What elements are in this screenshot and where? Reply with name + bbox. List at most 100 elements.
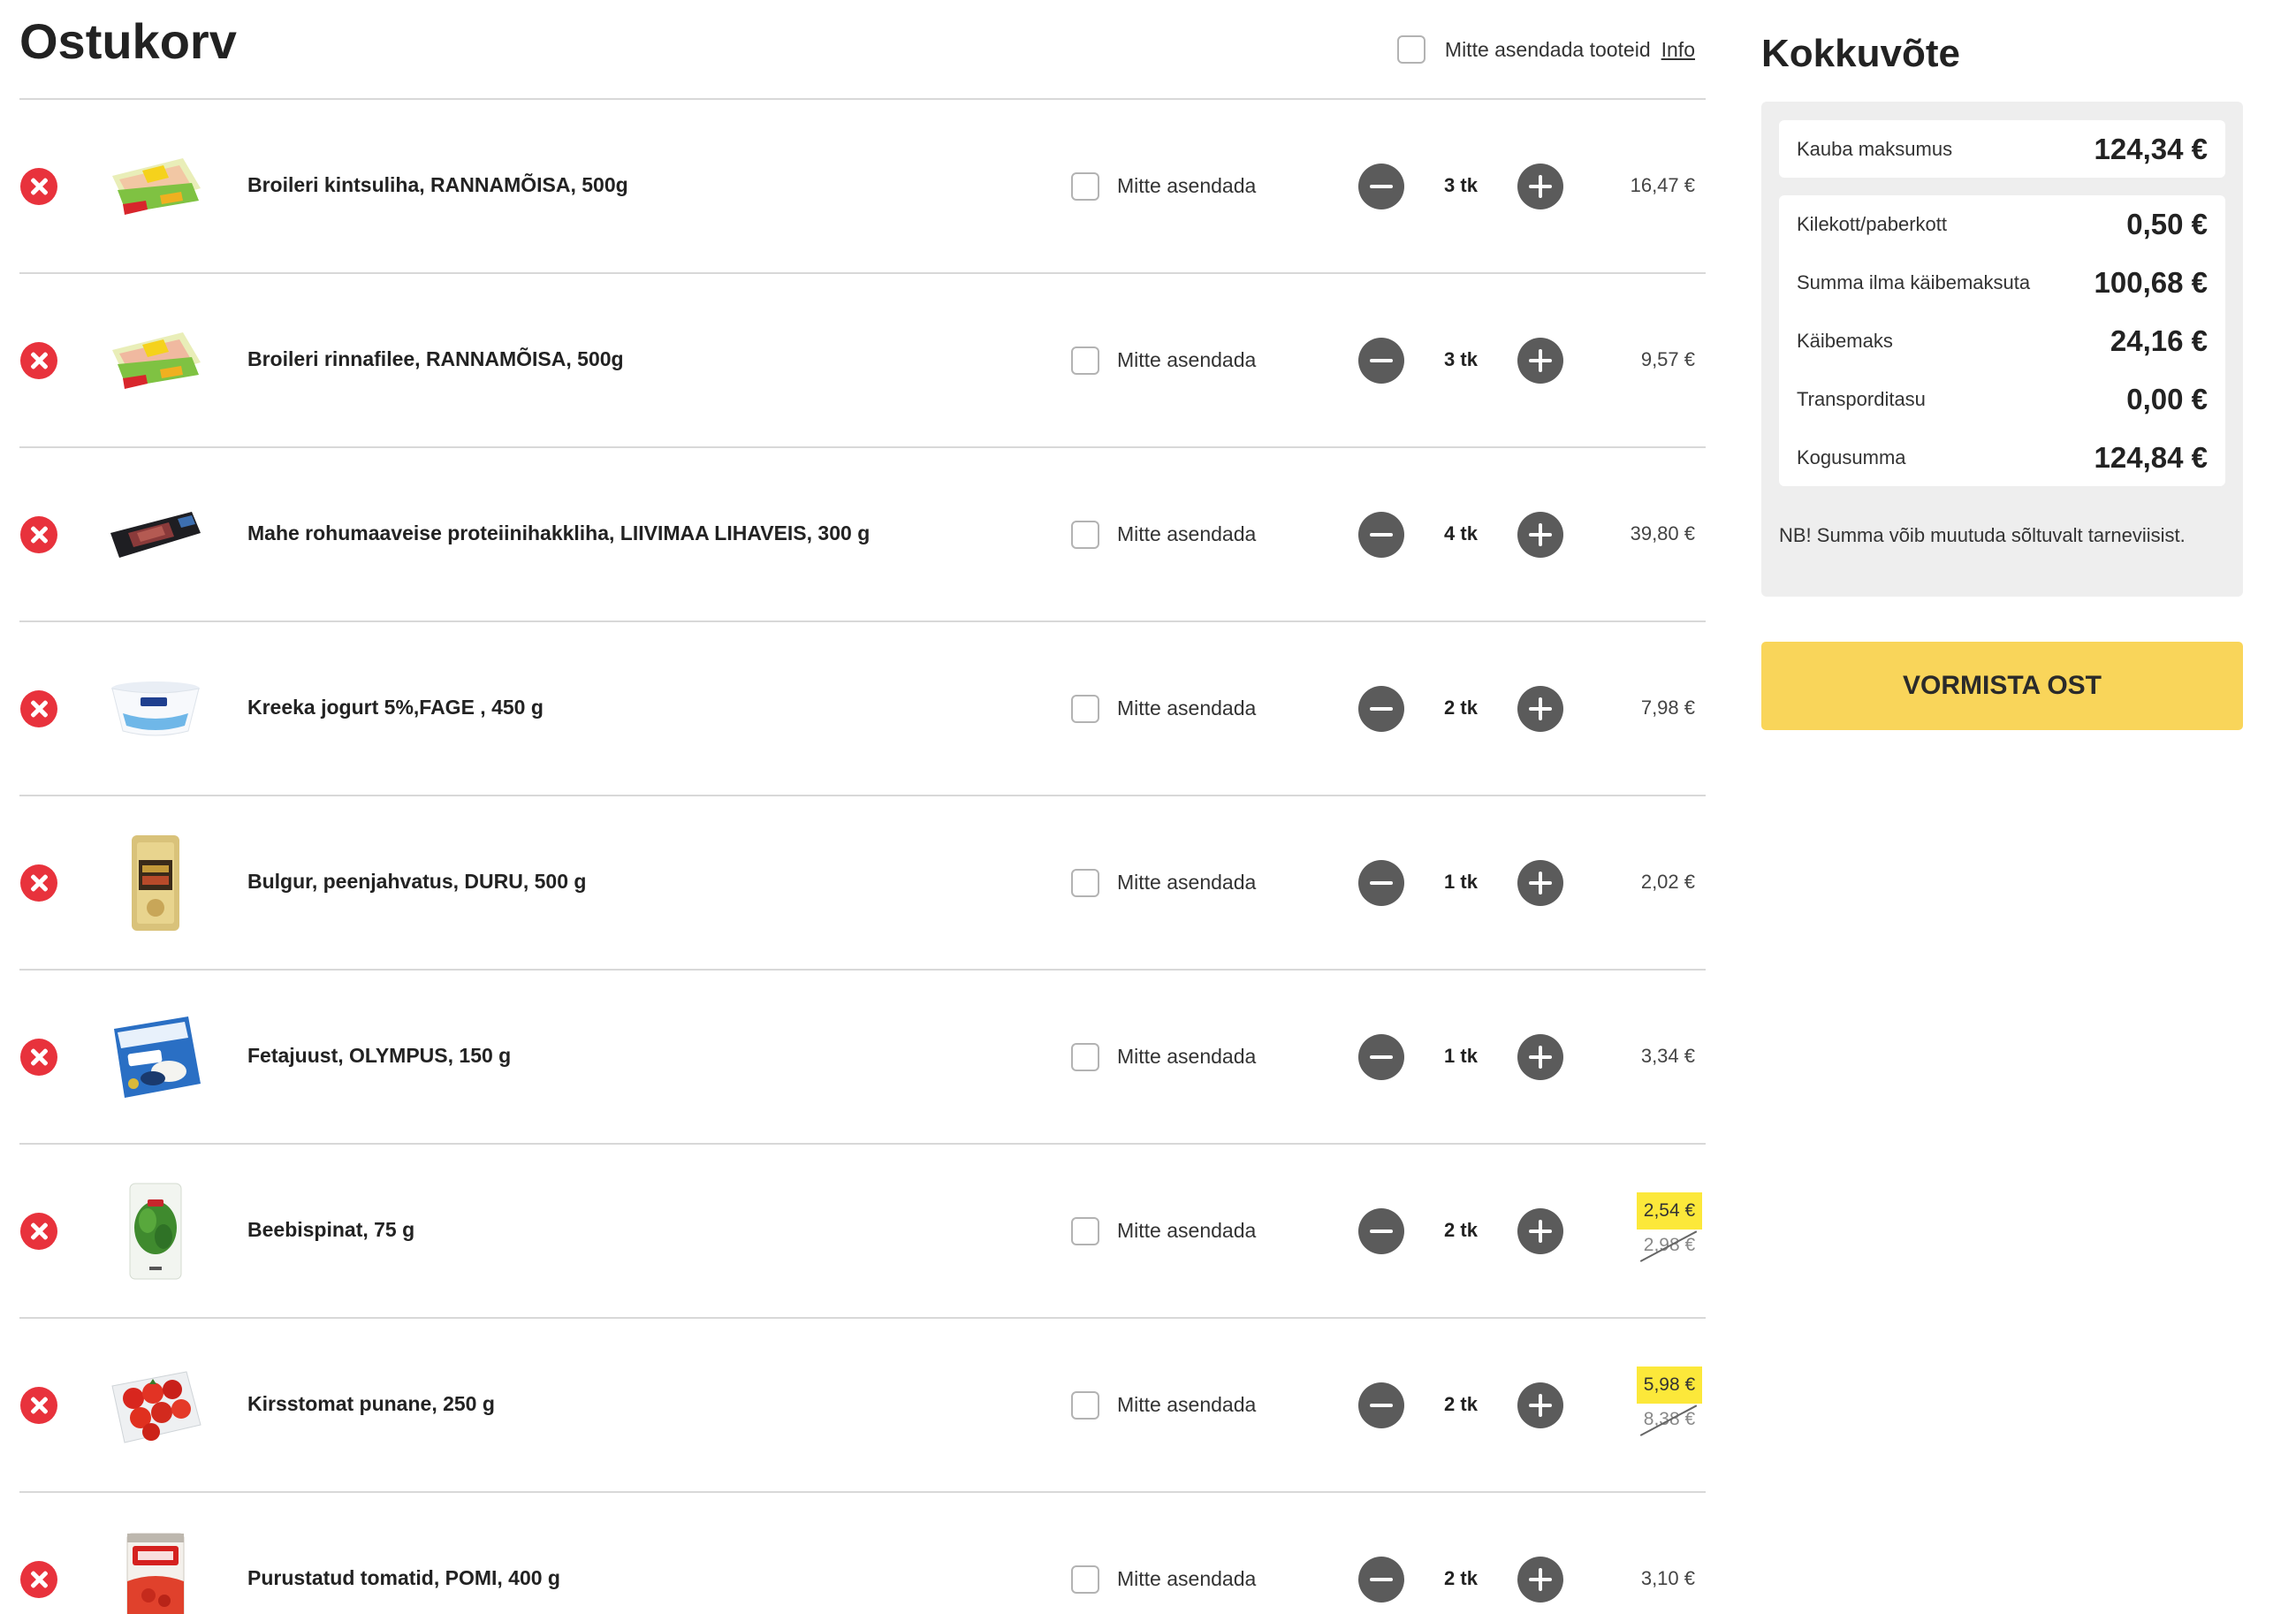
no-substitute-label: Mitte asendada xyxy=(1117,1393,1257,1416)
quantity-stepper: 3 tk xyxy=(1358,163,1563,209)
increase-quantity-button[interactable] xyxy=(1517,685,1563,732)
product-image[interactable] xyxy=(103,1006,208,1108)
increase-quantity-button[interactable] xyxy=(1517,163,1563,209)
quantity-stepper: 2 tk xyxy=(1358,1207,1563,1254)
no-substitute-label: Mitte asendada xyxy=(1117,697,1257,719)
no-substitute-option: Mitte asendada xyxy=(1071,520,1257,549)
decrease-quantity-button[interactable] xyxy=(1358,1033,1404,1080)
no-substitute-checkbox[interactable] xyxy=(1071,1216,1099,1245)
product-image[interactable] xyxy=(103,483,208,586)
summary-row-value: 124,34 € xyxy=(2094,133,2208,165)
increase-quantity-button[interactable] xyxy=(1517,511,1563,558)
item-price: 9,57 € xyxy=(1640,347,1695,370)
product-name[interactable]: Broileri kintsuliha, RANNAMÕISA, 500g xyxy=(247,173,628,197)
decrease-quantity-button[interactable] xyxy=(1358,163,1404,209)
quantity-stepper: 2 tk xyxy=(1358,685,1563,732)
item-price: 3,34 € xyxy=(1640,1044,1695,1067)
quantity-stepper: 2 tk xyxy=(1358,1382,1563,1428)
no-substitute-label: Mitte asendada xyxy=(1117,522,1257,545)
no-substitute-all-checkbox[interactable] xyxy=(1396,35,1425,64)
no-substitute-checkbox[interactable] xyxy=(1071,1042,1099,1071)
product-name[interactable]: Kirsstomat punane, 250 g xyxy=(247,1392,495,1416)
info-link[interactable]: Info xyxy=(1661,38,1695,62)
remove-item-button[interactable] xyxy=(20,1038,57,1076)
product-image[interactable] xyxy=(103,309,208,412)
no-substitute-label: Mitte asendada xyxy=(1117,1045,1257,1068)
decrease-quantity-button[interactable] xyxy=(1358,859,1404,906)
decrease-quantity-button[interactable] xyxy=(1358,1556,1404,1603)
minced-meat-package-icon xyxy=(110,511,201,558)
chicken-package-icon xyxy=(112,157,201,215)
product-name[interactable]: Beebispinat, 75 g xyxy=(247,1218,414,1242)
product-name[interactable]: Mahe rohumaaveise proteiinihakkliha, LII… xyxy=(247,522,870,545)
product-name[interactable]: Kreeka jogurt 5%,FAGE , 450 g xyxy=(247,696,544,719)
increase-quantity-button[interactable] xyxy=(1517,1207,1563,1254)
increase-quantity-button[interactable] xyxy=(1517,1033,1563,1080)
quantity-stepper: 1 tk xyxy=(1358,1033,1563,1080)
product-name[interactable]: Broileri rinnafilee, RANNAMÕISA, 500g xyxy=(247,347,624,371)
no-substitute-option: Mitte asendada xyxy=(1071,694,1257,723)
cart-item: Broileri kintsuliha, RANNAMÕISA, 500g Mi… xyxy=(19,100,1706,274)
summary-title: Kokkuvõte xyxy=(1761,32,1960,75)
increase-quantity-button[interactable] xyxy=(1517,1556,1563,1603)
no-substitute-option: Mitte asendada xyxy=(1071,1565,1256,1594)
product-image[interactable] xyxy=(103,135,208,238)
quantity-value: 3 tk xyxy=(1444,347,1478,370)
remove-item-button[interactable] xyxy=(20,1386,57,1424)
decrease-quantity-button[interactable] xyxy=(1358,337,1404,384)
no-substitute-option: Mitte asendada xyxy=(1071,171,1256,201)
remove-item-button[interactable] xyxy=(20,167,57,205)
product-image[interactable] xyxy=(103,1528,208,1614)
product-image[interactable] xyxy=(103,658,208,760)
no-substitute-label: Mitte asendada xyxy=(1117,1567,1257,1590)
bulgur-bag-icon xyxy=(132,834,179,931)
cart-item: Bulgur, peenjahvatus, DURU, 500 g Mitte … xyxy=(19,796,1706,971)
item-price: 16,47 € xyxy=(1630,173,1695,196)
summary-row: Summa ilma käibemaksuta 100,68 € xyxy=(1797,265,2208,301)
product-name[interactable]: Fetajuust, OLYMPUS, 150 g xyxy=(247,1044,511,1068)
no-substitute-option: Mitte asendada xyxy=(1071,868,1256,897)
remove-item-button[interactable] xyxy=(20,689,57,727)
remove-item-button[interactable] xyxy=(20,515,57,553)
cart-header: Ostukorv Mitte asendada tooteid Info xyxy=(19,0,1706,100)
no-substitute-checkbox[interactable] xyxy=(1071,346,1099,375)
increase-quantity-button[interactable] xyxy=(1517,337,1563,384)
no-substitute-checkbox[interactable] xyxy=(1071,520,1099,549)
decrease-quantity-button[interactable] xyxy=(1358,1207,1404,1254)
remove-item-button[interactable] xyxy=(20,1212,57,1250)
tomato-can-icon xyxy=(126,1533,185,1614)
quantity-value: 3 tk xyxy=(1444,173,1478,196)
product-image[interactable] xyxy=(103,832,208,934)
no-substitute-option: Mitte asendada xyxy=(1071,346,1256,375)
decrease-quantity-button[interactable] xyxy=(1358,511,1404,558)
cherry-tomato-box-icon xyxy=(111,1370,201,1443)
increase-quantity-button[interactable] xyxy=(1517,1382,1563,1428)
totals-card: Kilekott/paberkott 0,50 € Summa ilma käi… xyxy=(1779,195,2225,486)
no-substitute-option: Mitte asendada xyxy=(1071,1216,1256,1245)
remove-item-button[interactable] xyxy=(20,341,57,379)
summary-panel: Kauba maksumus 124,34 € Kilekott/paberko… xyxy=(1761,102,2243,597)
remove-item-button[interactable] xyxy=(20,1560,57,1598)
yogurt-tub-icon xyxy=(111,681,200,735)
decrease-quantity-button[interactable] xyxy=(1358,1382,1404,1428)
remove-item-button[interactable] xyxy=(20,864,57,902)
cart-item: Kirsstomat punane, 250 g Mitte asendada … xyxy=(19,1319,1706,1493)
product-name[interactable]: Bulgur, peenjahvatus, DURU, 500 g xyxy=(247,870,586,894)
quantity-value: 2 tk xyxy=(1444,1218,1478,1241)
quantity-value: 1 tk xyxy=(1444,870,1478,893)
increase-quantity-button[interactable] xyxy=(1517,859,1563,906)
summary-row-label: Kilekott/paberkott xyxy=(1797,213,1947,235)
product-image[interactable] xyxy=(103,1354,208,1457)
product-name[interactable]: Purustatud tomatid, POMI, 400 g xyxy=(247,1566,560,1590)
no-substitute-checkbox[interactable] xyxy=(1071,1565,1099,1594)
product-image[interactable] xyxy=(103,1180,208,1283)
summary-note: NB! Summa võib muutuda sõltuvalt tarnevi… xyxy=(1779,524,2186,546)
no-substitute-checkbox[interactable] xyxy=(1071,171,1099,201)
checkout-button[interactable]: VORMISTA OST xyxy=(1761,642,2243,730)
chicken-package-icon xyxy=(112,331,201,389)
cart-item: Fetajuust, OLYMPUS, 150 g Mitte asendada… xyxy=(19,971,1706,1145)
no-substitute-checkbox[interactable] xyxy=(1071,1390,1099,1420)
decrease-quantity-button[interactable] xyxy=(1358,685,1404,732)
no-substitute-checkbox[interactable] xyxy=(1071,694,1099,723)
no-substitute-checkbox[interactable] xyxy=(1071,868,1099,897)
